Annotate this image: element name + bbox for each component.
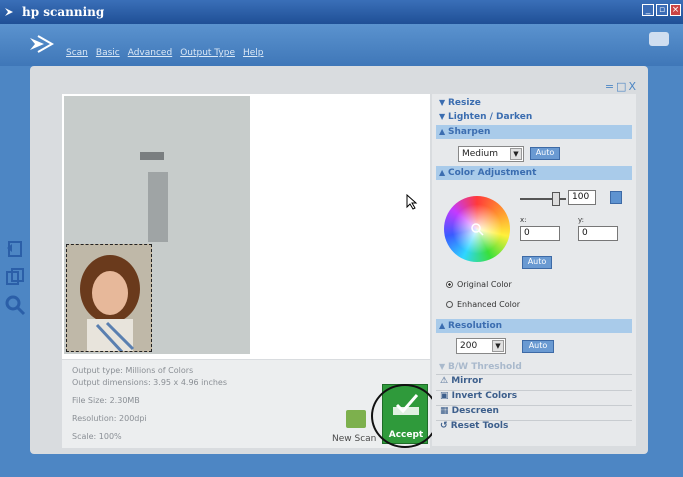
selected-photo[interactable]: [66, 244, 152, 352]
enhanced-color-radio[interactable]: Enhanced Color: [446, 300, 520, 309]
scanned-image: [64, 96, 250, 354]
color-picker-icon: [471, 223, 484, 236]
top-bar: Scan Basic Advanced Output Type Help: [0, 24, 683, 66]
chevron-down-icon: ▼: [492, 340, 504, 352]
new-scan-icon: [346, 410, 366, 428]
scan-preview[interactable]: [62, 94, 430, 359]
scanned-detail: [148, 172, 168, 242]
chevron-down-icon: ▼: [510, 148, 522, 160]
rotate-icon[interactable]: [4, 238, 26, 260]
radio-unselected-icon: [446, 301, 453, 308]
x-label: x:: [520, 216, 527, 224]
reset-tools-label: Reset Tools: [450, 421, 509, 431]
portrait-image: [67, 245, 151, 351]
collapse-arrow-icon: ▲: [439, 127, 446, 136]
hp-brand-icon: [649, 32, 669, 46]
menu-bar: Scan Basic Advanced Output Type Help: [66, 48, 264, 58]
resolution-select[interactable]: 200 ▼: [456, 338, 506, 354]
bw-threshold-section: ▼ B/W Threshold: [436, 360, 632, 374]
enhanced-color-label: Enhanced Color: [457, 300, 520, 309]
panel-controls[interactable]: =□X: [605, 80, 638, 93]
menu-item-advanced[interactable]: Advanced: [128, 48, 172, 58]
output-type-text: Output type: Millions of Colors: [72, 366, 194, 375]
original-color-radio[interactable]: Original Color: [446, 280, 512, 289]
resolution-value: 200: [460, 341, 478, 351]
expand-arrow-icon: ▼: [439, 98, 446, 107]
collapse-arrow-icon: ▲: [439, 168, 446, 177]
expand-arrow-icon: ▼: [439, 112, 446, 121]
invert-colors-button[interactable]: ▣ Invert Colors: [440, 391, 517, 401]
collapse-arrow-icon: ▲: [439, 321, 446, 330]
accept-label: Accept: [388, 430, 424, 440]
sharpen-level-value: Medium: [462, 149, 498, 159]
scanned-detail: [140, 152, 164, 160]
descreen-icon: ▦: [440, 406, 452, 416]
radio-selected-icon: [446, 281, 453, 288]
menu-item-basic[interactable]: Basic: [96, 48, 120, 58]
y-label: y:: [578, 216, 584, 224]
tools-sidebar: ▼ Resize ▼ Lighten / Darken ▲ Sharpen Mediu…: [432, 94, 636, 446]
descreen-label: Descreen: [451, 406, 499, 416]
menu-item-output-type[interactable]: Output Type: [180, 48, 235, 58]
sharpen-level-select[interactable]: Medium ▼: [458, 146, 524, 162]
file-size-text: File Size: 2.30MB: [72, 396, 140, 405]
mirror-icon: ⚠: [440, 376, 452, 386]
reset-tools-button[interactable]: ↺ Reset Tools: [440, 421, 508, 431]
app-logo-icon: [5, 8, 13, 16]
lighten-darken-label: Lighten / Darken: [448, 112, 533, 122]
menu-item-help[interactable]: Help: [243, 48, 264, 58]
minimize-button[interactable]: _: [642, 4, 654, 16]
sharpen-section[interactable]: ▲ Sharpen: [436, 125, 632, 139]
divider: [436, 374, 632, 375]
resolution-label: Resolution: [448, 321, 503, 331]
saturation-slider-handle[interactable]: [552, 192, 560, 206]
title-bar: hp scanning _ ▫ ×: [0, 0, 683, 24]
new-scan-button[interactable]: New Scan: [332, 410, 378, 448]
y-coordinate-field[interactable]: 0: [578, 226, 618, 241]
color-adjustment-section[interactable]: ▲ Color Adjustment: [436, 166, 632, 180]
color-auto-button[interactable]: Auto: [522, 256, 552, 269]
invert-colors-label: Invert Colors: [451, 391, 518, 401]
output-dimensions-text: Output dimensions: 3.95 x 4.96 inches: [72, 378, 228, 387]
mirror-label: Mirror: [451, 376, 483, 386]
window-title: hp scanning: [22, 5, 105, 19]
bw-threshold-label: B/W Threshold: [448, 362, 522, 372]
resize-section[interactable]: ▼ Resize: [436, 96, 632, 110]
copy-icon[interactable]: [4, 266, 26, 288]
new-scan-label: New Scan: [332, 434, 377, 444]
saturation-value-field[interactable]: 100: [568, 190, 596, 205]
resolution-text: Resolution: 200dpi: [72, 414, 147, 423]
resize-label: Resize: [448, 98, 481, 108]
restore-button[interactable]: ▫: [656, 4, 668, 16]
original-color-label: Original Color: [457, 280, 512, 289]
scale-text: Scale: 100%: [72, 432, 122, 441]
resolution-section[interactable]: ▲ Resolution: [436, 319, 632, 333]
scanner-logo-icon: [30, 35, 54, 53]
mirror-button[interactable]: ⚠ Mirror: [440, 376, 483, 386]
lighten-darken-section[interactable]: ▼ Lighten / Darken: [436, 110, 632, 124]
x-coordinate-field[interactable]: 0: [520, 226, 560, 241]
sharpen-auto-button[interactable]: Auto: [530, 147, 560, 160]
invert-colors-icon: ▣: [440, 391, 452, 401]
zoom-icon[interactable]: [4, 294, 26, 316]
accept-button[interactable]: Accept: [382, 384, 428, 444]
check-scanner-icon: [393, 394, 419, 415]
saturation-spinner[interactable]: [610, 191, 622, 204]
descreen-button[interactable]: ▦ Descreen: [440, 406, 499, 416]
close-button[interactable]: ×: [670, 4, 681, 16]
left-tool-strip: [0, 224, 30, 374]
sharpen-label: Sharpen: [448, 127, 491, 137]
color-adjustment-label: Color Adjustment: [448, 168, 537, 178]
mouse-cursor-icon: [406, 194, 418, 210]
reset-icon: ↺: [440, 421, 451, 431]
resolution-auto-button[interactable]: Auto: [522, 340, 554, 353]
expand-arrow-icon: ▼: [439, 362, 446, 371]
menu-item-scan[interactable]: Scan: [66, 48, 88, 58]
